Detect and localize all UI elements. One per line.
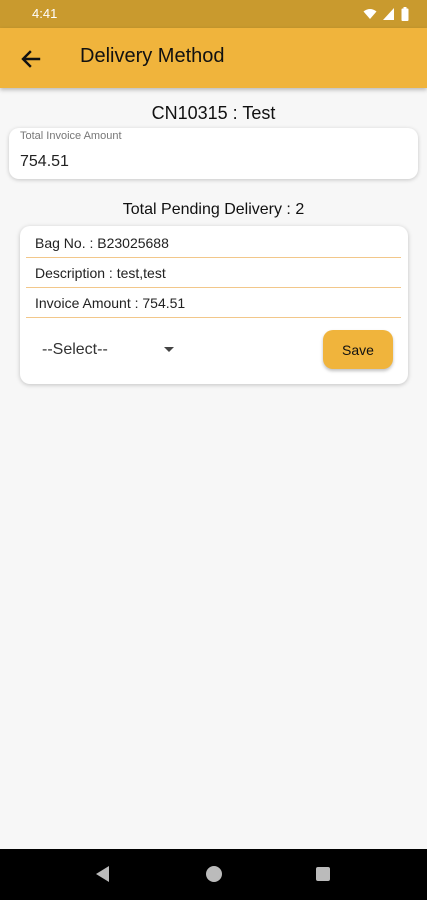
total-invoice-value: 754.51 <box>20 153 69 170</box>
signal-icon <box>383 8 394 20</box>
recents-square-icon[interactable] <box>316 867 330 881</box>
status-time: 4:41 <box>32 6 58 21</box>
home-circle-icon[interactable] <box>206 866 222 882</box>
delivery-method-select[interactable]: --Select-- <box>42 337 182 363</box>
description-text: Description : test,test <box>35 265 166 281</box>
description-row: Description : test,test <box>26 258 401 288</box>
app-bar: Delivery Method <box>0 28 427 88</box>
customer-title: CN10315 : Test <box>151 103 276 123</box>
save-button[interactable]: Save <box>323 330 393 369</box>
invoice-amount-text: Invoice Amount : 754.51 <box>35 295 186 311</box>
wifi-icon <box>363 9 377 19</box>
invoice-amount-row: Invoice Amount : 754.51 <box>26 288 401 318</box>
back-triangle-icon[interactable] <box>96 866 110 882</box>
status-icons <box>363 7 409 21</box>
page-title: Delivery Method <box>80 45 225 67</box>
bag-number-text: Bag No. : B23025688 <box>35 235 169 251</box>
dropdown-arrow-icon <box>164 347 174 352</box>
delivery-card: Bag No. : B23025688 Description : test,t… <box>20 226 408 384</box>
total-invoice-field[interactable]: Total Invoice Amount 754.51 <box>9 128 418 179</box>
battery-icon <box>401 7 409 21</box>
select-value: --Select-- <box>42 341 108 358</box>
bag-number-row: Bag No. : B23025688 <box>26 228 401 258</box>
status-bar: 4:41 <box>0 0 427 28</box>
back-arrow-icon <box>21 50 41 68</box>
system-nav-bar <box>0 849 427 900</box>
back-button[interactable] <box>18 46 44 72</box>
pending-delivery-title: Total Pending Delivery : 2 <box>122 201 305 218</box>
total-invoice-label: Total Invoice Amount <box>20 130 122 142</box>
